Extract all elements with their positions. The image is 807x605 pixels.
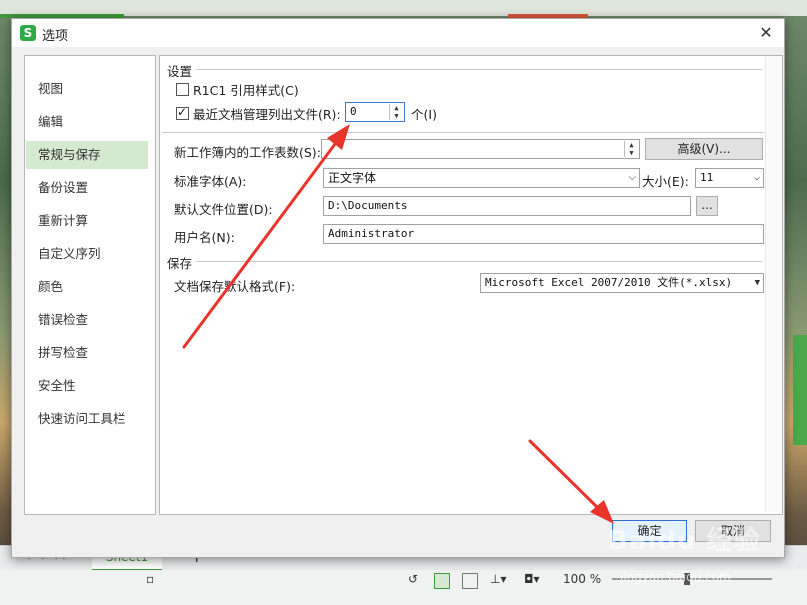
nav-item-general-save[interactable]: 常规与保存: [26, 141, 148, 169]
nav-item-security[interactable]: 安全性: [26, 372, 148, 400]
default-format-select[interactable]: Microsoft Excel 2007/2010 文件(*.xlsx) ▼: [480, 273, 764, 293]
nav-item-color[interactable]: 颜色: [26, 273, 148, 301]
nav-item-view[interactable]: 视图: [26, 75, 148, 103]
save-separator: [196, 261, 762, 262]
sheets-spin-icon[interactable]: ▲ ▼: [624, 141, 638, 157]
save-section-label: 保存: [167, 256, 193, 271]
standard-font-select[interactable]: 正文字体 ⌵: [323, 168, 640, 188]
nav-item-quick-access[interactable]: 快速访问工具栏: [26, 405, 148, 433]
sheets-count-label: 新工作簿内的工作表数(S):: [174, 145, 321, 160]
chevron-down-icon: ⌵: [628, 172, 636, 183]
default-location-value: D:\Documents: [328, 199, 408, 212]
nav-item-custom-lists[interactable]: 自定义序列: [26, 240, 148, 268]
page-break-view-icon[interactable]: [462, 573, 478, 589]
standard-font-value: 正文字体: [328, 171, 377, 185]
options-panel: 设置 R1C1 引用样式(C) 最近文档管理列出文件(R): 0 ▲▼ 个(I)…: [159, 55, 783, 515]
nav-item-recalculate[interactable]: 重新计算: [26, 207, 148, 235]
r1c1-checkbox[interactable]: [176, 83, 189, 96]
default-format-value: Microsoft Excel 2007/2010 文件(*.xlsx): [485, 276, 733, 289]
r1c1-label: R1C1 引用样式(C): [193, 83, 299, 98]
nav-item-backup[interactable]: 备份设置: [26, 174, 148, 202]
dialog-titlebar: S 选项 ✕: [12, 19, 784, 47]
advanced-button[interactable]: 高级(V)...: [645, 138, 763, 160]
username-value: Administrator: [328, 227, 415, 240]
username-input[interactable]: Administrator: [323, 224, 764, 244]
recent-files-count-input[interactable]: 0 ▲ ▼: [345, 102, 405, 122]
chevron-down-icon: ⌵: [753, 172, 760, 183]
reading-mode-icon[interactable]: ◘▾: [524, 572, 540, 586]
freeze-pane-icon[interactable]: ⊥▾: [490, 572, 506, 586]
baidu-watermark: Baidu 经验: [608, 526, 761, 556]
font-size-select[interactable]: 11 ⌵: [695, 168, 764, 188]
settings-divider: [162, 132, 764, 133]
font-size-label: 大小(E):: [642, 174, 689, 189]
settings-separator: [196, 69, 762, 70]
background-app-strip: [0, 0, 807, 18]
normal-view-icon[interactable]: [434, 573, 450, 589]
history-icon[interactable]: ↺: [408, 572, 418, 586]
recent-files-count-value: 0: [350, 105, 357, 118]
nav-item-spell-check[interactable]: 拼写检查: [26, 339, 148, 367]
browse-button[interactable]: ...: [696, 196, 718, 216]
default-location-input[interactable]: D:\Documents: [323, 196, 691, 216]
background-side-panel: [793, 335, 807, 445]
panel-scrollbar[interactable]: [765, 56, 782, 512]
recent-files-checkbox[interactable]: [176, 105, 189, 120]
default-format-label: 文档保存默认格式(F):: [174, 279, 296, 294]
chevron-down-icon: ▼: [754, 278, 760, 288]
options-dialog: S 选项 ✕ 视图 编辑 常规与保存 备份设置 重新计算 自定义序列 颜色 错误…: [11, 18, 785, 558]
dialog-title: 选项: [42, 29, 69, 44]
sheets-count-input[interactable]: ▲ ▼: [321, 139, 640, 159]
spin-stepper-icon[interactable]: ▲ ▼: [389, 104, 403, 120]
nav-item-error-check[interactable]: 错误检查: [26, 306, 148, 334]
wps-app-icon: S: [20, 25, 36, 41]
status-cell-icon: ▫: [146, 572, 155, 586]
recent-files-unit: 个(I): [411, 107, 437, 122]
default-location-label: 默认文件位置(D):: [174, 202, 273, 217]
font-size-value: 11: [700, 171, 714, 184]
recent-files-label: 最近文档管理列出文件(R):: [193, 107, 341, 122]
baidu-watermark-url: jingyan.baidu.com: [620, 570, 731, 584]
username-label: 用户名(N):: [174, 230, 235, 245]
standard-font-label: 标准字体(A):: [174, 174, 247, 189]
nav-item-edit[interactable]: 编辑: [26, 108, 148, 136]
settings-section-label: 设置: [167, 64, 193, 79]
zoom-level[interactable]: 100 %: [563, 572, 601, 586]
options-nav: 视图 编辑 常规与保存 备份设置 重新计算 自定义序列 颜色 错误检查 拼写检查…: [24, 55, 156, 515]
close-icon[interactable]: ✕: [752, 21, 780, 45]
